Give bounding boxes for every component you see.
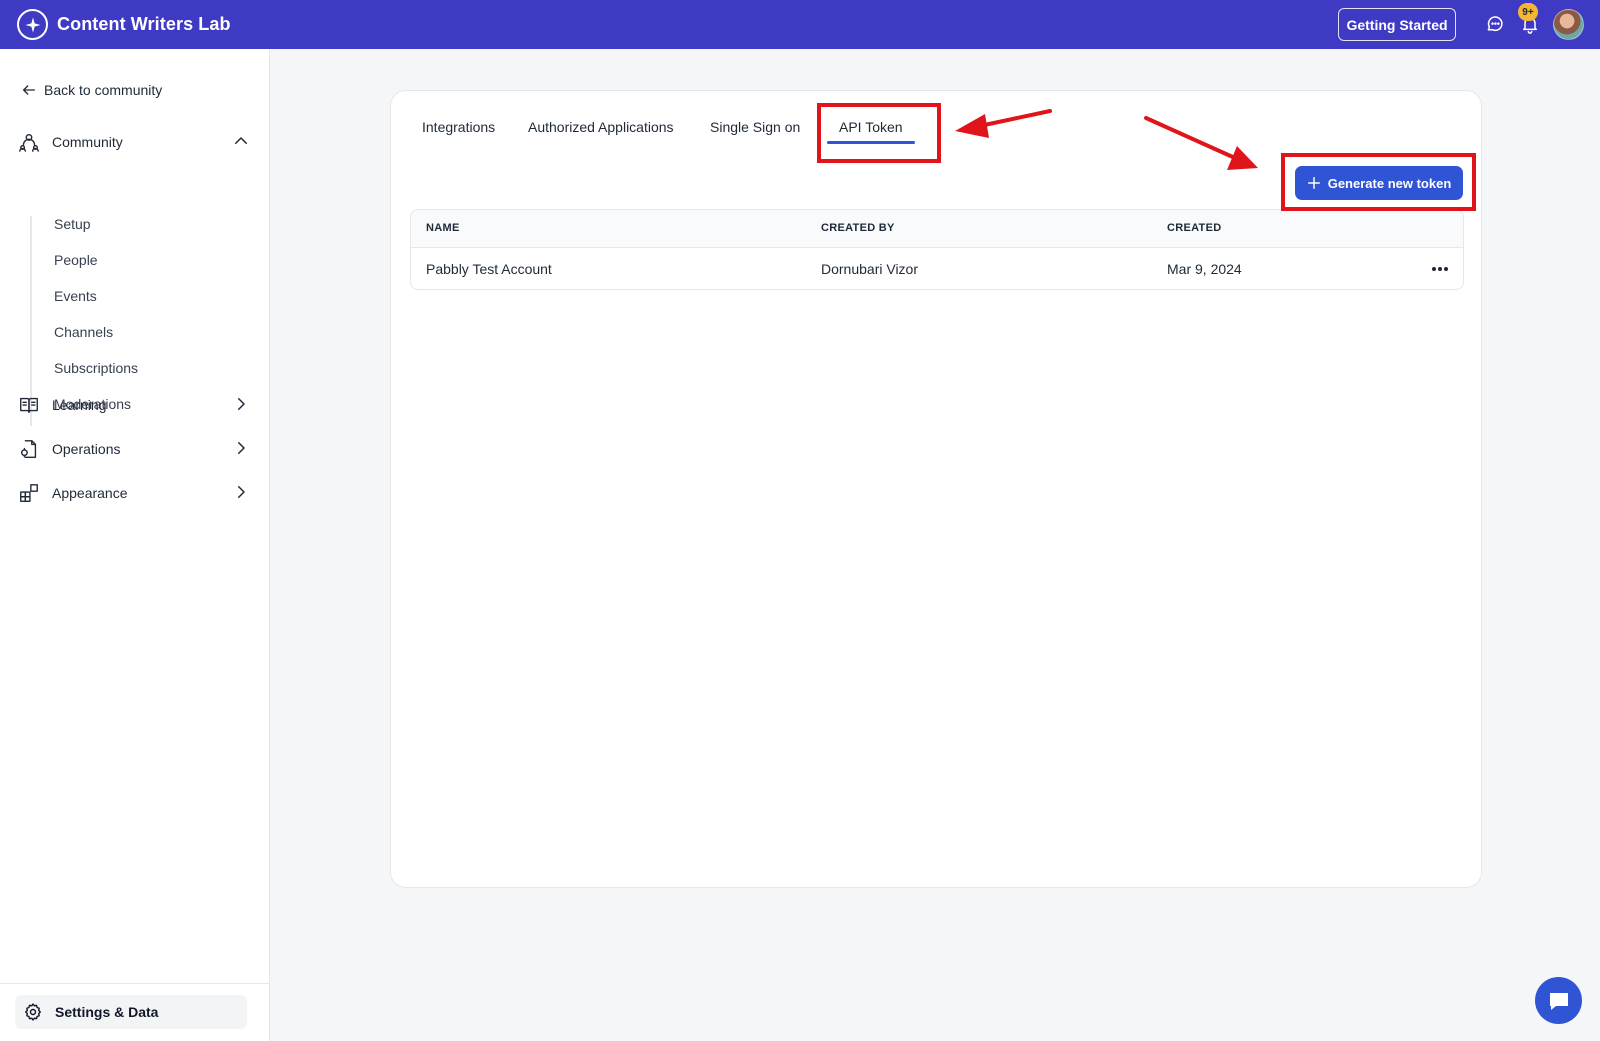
support-chat-button[interactable] [1535, 977, 1582, 1024]
annotation-arrows [955, 109, 1258, 170]
chat-bubble-icon [1549, 992, 1568, 1010]
